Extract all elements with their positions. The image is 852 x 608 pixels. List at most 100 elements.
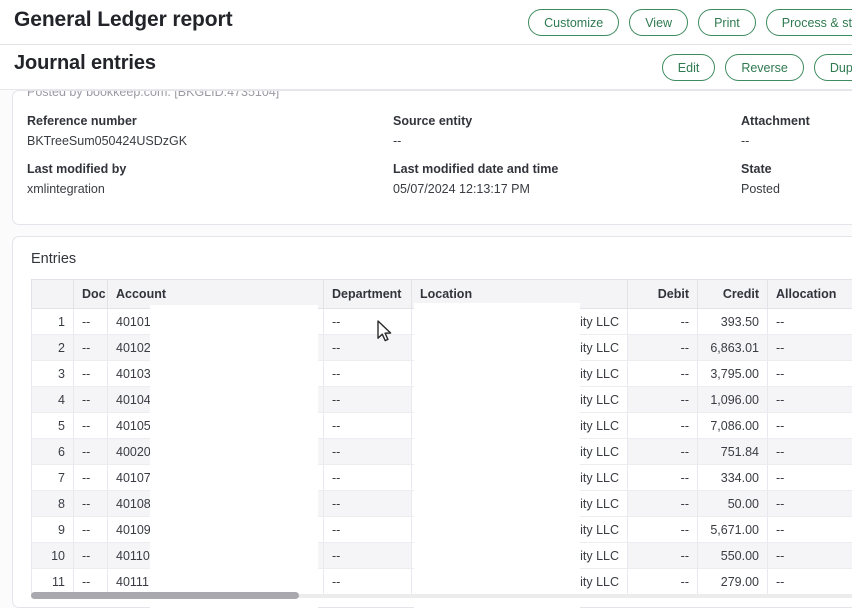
cell-credit[interactable]: 3,795.00 bbox=[697, 360, 768, 387]
cell-debit[interactable]: -- bbox=[627, 334, 698, 361]
column-header-credit[interactable]: Credit bbox=[697, 279, 768, 309]
cell-account[interactable]: 40104 bbox=[107, 386, 324, 413]
cell-location[interactable]: City LLC bbox=[411, 308, 628, 335]
cell-doc[interactable]: -- bbox=[73, 360, 108, 387]
column-header-allocation[interactable]: Allocation bbox=[767, 279, 852, 309]
cell-allocation[interactable]: -- bbox=[767, 516, 852, 543]
cell-location[interactable]: City LLC bbox=[411, 490, 628, 517]
reverse-button[interactable]: Reverse bbox=[725, 54, 804, 81]
cell-account[interactable]: 40107 bbox=[107, 464, 324, 491]
cell-index[interactable]: 1 bbox=[31, 308, 74, 335]
cell-credit[interactable]: 5,671.00 bbox=[697, 516, 768, 543]
cell-location[interactable]: City LLC bbox=[411, 464, 628, 491]
column-header-debit[interactable]: Debit bbox=[627, 279, 698, 309]
cell-allocation[interactable]: -- bbox=[767, 308, 852, 335]
cell-index[interactable]: 5 bbox=[31, 412, 74, 439]
cell-credit[interactable]: 550.00 bbox=[697, 542, 768, 569]
cell-department[interactable]: -- bbox=[323, 464, 412, 491]
edit-button[interactable]: Edit bbox=[661, 54, 716, 81]
cell-index[interactable]: 8 bbox=[31, 490, 74, 517]
cell-credit[interactable]: 334.00 bbox=[697, 464, 768, 491]
cell-allocation[interactable]: -- bbox=[767, 490, 852, 517]
column-header-index[interactable] bbox=[31, 279, 74, 309]
cell-debit[interactable]: -- bbox=[627, 542, 698, 569]
scrollbar-thumb[interactable] bbox=[31, 592, 299, 599]
cell-debit[interactable]: -- bbox=[627, 490, 698, 517]
column-header-account[interactable]: Account bbox=[107, 279, 324, 309]
cell-doc[interactable]: -- bbox=[73, 516, 108, 543]
cell-debit[interactable]: -- bbox=[627, 360, 698, 387]
cell-allocation[interactable]: -- bbox=[767, 412, 852, 439]
cell-debit[interactable]: -- bbox=[627, 464, 698, 491]
table-row[interactable]: 1 -- 40101 -- City LLC -- 393.50 -- bbox=[31, 308, 852, 335]
cell-location[interactable]: City LLC bbox=[411, 412, 628, 439]
cell-doc[interactable]: -- bbox=[73, 438, 108, 465]
cell-debit[interactable]: -- bbox=[627, 386, 698, 413]
cell-credit[interactable]: 393.50 bbox=[697, 308, 768, 335]
duplicate-button[interactable]: Duplicate bbox=[813, 54, 852, 81]
customize-button[interactable]: Customize bbox=[528, 9, 620, 36]
cell-debit[interactable]: -- bbox=[627, 412, 698, 439]
table-row[interactable]: 10 -- 40110 -- City LLC -- 550.00 -- bbox=[31, 542, 852, 569]
cell-index[interactable]: 7 bbox=[31, 464, 74, 491]
cell-debit[interactable]: -- bbox=[627, 516, 698, 543]
cell-index[interactable]: 2 bbox=[31, 334, 74, 361]
cell-credit[interactable]: 6,863.01 bbox=[697, 334, 768, 361]
cell-location[interactable]: City LLC bbox=[411, 438, 628, 465]
cell-debit[interactable]: -- bbox=[627, 308, 698, 335]
cell-debit[interactable]: -- bbox=[627, 438, 698, 465]
cell-index[interactable]: 9 bbox=[31, 516, 74, 543]
cell-department[interactable]: -- bbox=[323, 542, 412, 569]
table-row[interactable]: 4 -- 40104 -- City LLC -- 1,096.00 -- bbox=[31, 386, 852, 413]
cell-doc[interactable]: -- bbox=[73, 308, 108, 335]
process-and-store-button[interactable]: Process & store bbox=[765, 9, 852, 36]
cell-doc[interactable]: -- bbox=[73, 490, 108, 517]
cell-allocation[interactable]: -- bbox=[767, 334, 852, 361]
cell-location[interactable]: City LLC bbox=[411, 516, 628, 543]
cell-allocation[interactable]: -- bbox=[767, 464, 852, 491]
cell-location[interactable]: City LLC bbox=[411, 386, 628, 413]
entries-table-scroll-area[interactable]: Doc Account Department Location Debit Cr… bbox=[31, 279, 852, 607]
cell-department[interactable]: -- bbox=[323, 438, 412, 465]
table-row[interactable]: 8 -- 40108 -- City LLC -- 50.00 -- bbox=[31, 490, 852, 517]
cell-account[interactable]: 40101 bbox=[107, 308, 324, 335]
cell-allocation[interactable]: -- bbox=[767, 438, 852, 465]
table-row[interactable]: 2 -- 40102 -- City LLC -- 6,863.01 -- bbox=[31, 334, 852, 361]
cell-department[interactable]: -- bbox=[323, 360, 412, 387]
cell-location[interactable]: City LLC bbox=[411, 360, 628, 387]
cell-department[interactable]: -- bbox=[323, 386, 412, 413]
cell-allocation[interactable]: -- bbox=[767, 542, 852, 569]
column-header-doc[interactable]: Doc bbox=[73, 279, 108, 309]
cell-doc[interactable]: -- bbox=[73, 464, 108, 491]
cell-allocation[interactable]: -- bbox=[767, 360, 852, 387]
cell-doc[interactable]: -- bbox=[73, 542, 108, 569]
cell-doc[interactable]: -- bbox=[73, 334, 108, 361]
cell-account[interactable]: 40110 bbox=[107, 542, 324, 569]
cell-account[interactable]: 40103 bbox=[107, 360, 324, 387]
cell-doc[interactable]: -- bbox=[73, 412, 108, 439]
cell-department[interactable]: -- bbox=[323, 308, 412, 335]
cell-account[interactable]: 40105 bbox=[107, 412, 324, 439]
cell-department[interactable]: -- bbox=[323, 412, 412, 439]
table-row[interactable]: 3 -- 40103 -- City LLC -- 3,795.00 -- bbox=[31, 360, 852, 387]
cell-credit[interactable]: 7,086.00 bbox=[697, 412, 768, 439]
cell-index[interactable]: 3 bbox=[31, 360, 74, 387]
table-row[interactable]: 7 -- 40107 -- City LLC -- 334.00 -- bbox=[31, 464, 852, 491]
column-header-location[interactable]: Location bbox=[411, 279, 628, 309]
cell-account[interactable]: 40102 bbox=[107, 334, 324, 361]
cell-account[interactable]: 40020 bbox=[107, 438, 324, 465]
cell-department[interactable]: -- bbox=[323, 516, 412, 543]
cell-account[interactable]: 40109 bbox=[107, 516, 324, 543]
cell-allocation[interactable]: -- bbox=[767, 386, 852, 413]
table-row[interactable]: 9 -- 40109 -- City LLC -- 5,671.00 -- bbox=[31, 516, 852, 543]
cell-credit[interactable]: 1,096.00 bbox=[697, 386, 768, 413]
cell-credit[interactable]: 50.00 bbox=[697, 490, 768, 517]
cell-index[interactable]: 4 bbox=[31, 386, 74, 413]
view-button[interactable]: View bbox=[629, 9, 689, 36]
cell-doc[interactable]: -- bbox=[73, 386, 108, 413]
cell-location[interactable]: City LLC bbox=[411, 334, 628, 361]
cell-account[interactable]: 40108 bbox=[107, 490, 324, 517]
cell-credit[interactable]: 751.84 bbox=[697, 438, 768, 465]
table-row[interactable]: 6 -- 40020 -- City LLC -- 751.84 -- bbox=[31, 438, 852, 465]
cell-index[interactable]: 10 bbox=[31, 542, 74, 569]
